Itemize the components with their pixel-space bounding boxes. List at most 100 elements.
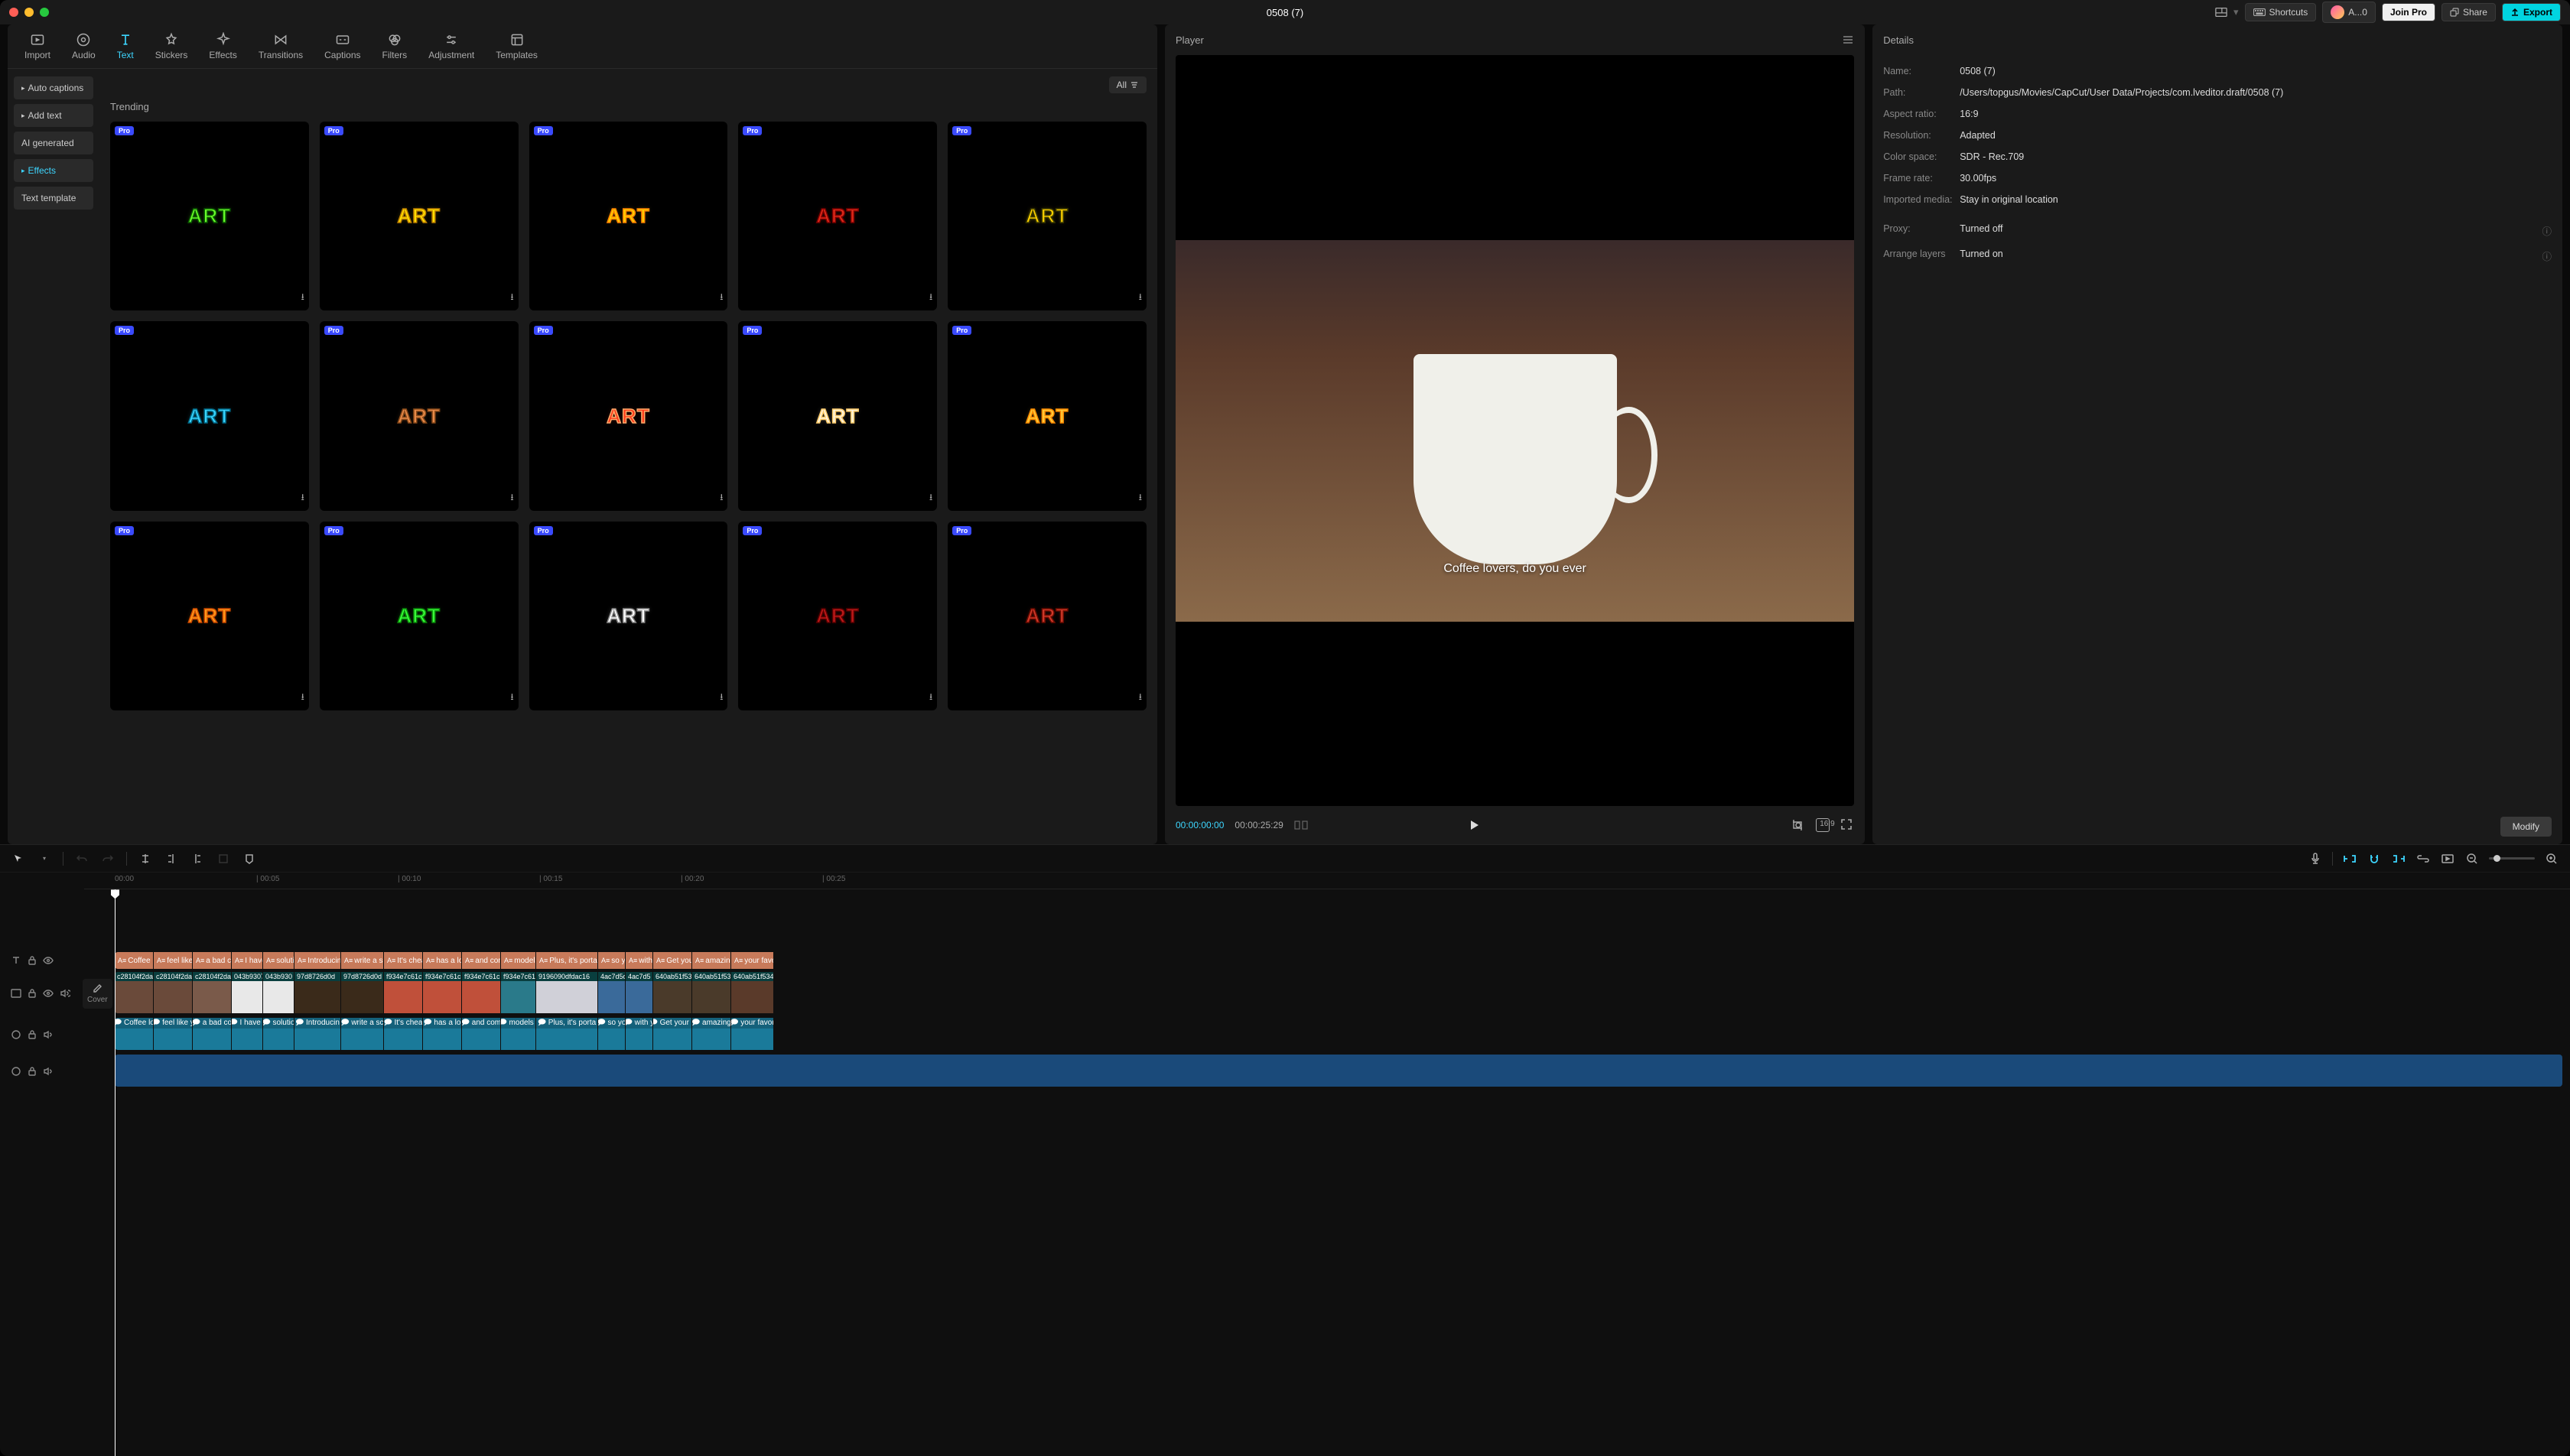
- eye-icon[interactable]: [43, 957, 54, 964]
- effect-card[interactable]: Pro ART ⭳: [110, 522, 309, 710]
- text-clip[interactable]: A≡your favo: [731, 952, 773, 969]
- mic-icon[interactable]: [2308, 851, 2323, 866]
- shortcuts-button[interactable]: Shortcuts: [2245, 3, 2317, 21]
- download-icon[interactable]: ⭳: [510, 290, 513, 306]
- video-clip[interactable]: 97d8726d0d: [341, 972, 383, 1013]
- sidebar-ai-generated[interactable]: AI generated: [14, 132, 93, 154]
- pointer-dropdown-icon[interactable]: ▾: [37, 851, 52, 866]
- tab-text[interactable]: Text: [108, 29, 143, 63]
- filter-all-button[interactable]: All: [1109, 76, 1147, 93]
- text-clip[interactable]: A≡models: [501, 952, 535, 969]
- download-icon[interactable]: ⭳: [510, 490, 513, 506]
- audio-clip[interactable]: 🗩 Introducin: [294, 1018, 340, 1050]
- tab-import[interactable]: Import: [15, 29, 60, 63]
- audio-clip[interactable]: 🗩 and com: [462, 1018, 500, 1050]
- info-icon[interactable]: ⓘ: [2542, 249, 2552, 263]
- download-icon[interactable]: ⭳: [929, 690, 932, 706]
- minimize-window[interactable]: [24, 8, 34, 17]
- text-clip[interactable]: A≡and com: [462, 952, 500, 969]
- effect-card[interactable]: Pro ART ⭳: [529, 522, 728, 710]
- sidebar-text-template[interactable]: Text template: [14, 187, 93, 210]
- video-clip[interactable]: 640ab51f534: [731, 972, 773, 1013]
- user-menu[interactable]: A...0: [2322, 2, 2376, 23]
- video-clip[interactable]: f934e7c61c: [462, 972, 500, 1013]
- audio-clip[interactable]: 🗩 has a lo: [423, 1018, 461, 1050]
- audio-clip[interactable]: 🗩 Coffee lo: [115, 1018, 153, 1050]
- pointer-tool[interactable]: [11, 851, 26, 866]
- sidebar-effects[interactable]: ▸Effects: [14, 159, 93, 182]
- effect-card[interactable]: Pro ART ⭳: [320, 321, 519, 510]
- tab-audio[interactable]: Audio: [63, 29, 105, 63]
- text-clip[interactable]: A≡write a sc: [341, 952, 383, 969]
- zoom-in-icon[interactable]: [2544, 851, 2559, 866]
- download-icon[interactable]: ⭳: [929, 490, 932, 506]
- lock-icon[interactable]: [28, 955, 37, 966]
- download-icon[interactable]: ⭳: [301, 490, 304, 506]
- download-icon[interactable]: ⭳: [720, 690, 723, 706]
- video-clip[interactable]: 4ac7d5d: [598, 972, 625, 1013]
- split-right-tool[interactable]: [190, 851, 205, 866]
- video-clip[interactable]: 9196090dfdac16: [536, 972, 597, 1013]
- video-clip[interactable]: 043b9307: [232, 972, 262, 1013]
- maximize-window[interactable]: [40, 8, 49, 17]
- video-clip[interactable]: c28104f2da: [193, 972, 231, 1013]
- modify-button[interactable]: Modify: [2500, 817, 2552, 837]
- tab-stickers[interactable]: Stickers: [146, 29, 197, 63]
- effect-card[interactable]: Pro ART ⭳: [110, 321, 309, 510]
- lock-icon[interactable]: [28, 1029, 37, 1040]
- aspect-ratio-button[interactable]: 16:9: [1816, 818, 1830, 832]
- audio-clip[interactable]: 🗩 I have t: [232, 1018, 262, 1050]
- effect-card[interactable]: Pro ART ⭳: [529, 321, 728, 510]
- audio-clip[interactable]: 🗩 solutio: [263, 1018, 294, 1050]
- effect-card[interactable]: Pro ART ⭳: [110, 122, 309, 310]
- zoom-slider[interactable]: [2489, 857, 2535, 860]
- download-icon[interactable]: ⭳: [929, 290, 932, 306]
- layout-icon[interactable]: [2215, 6, 2227, 18]
- text-track[interactable]: A≡Coffee loA≡feel likeA≡a bad coA≡I have…: [115, 952, 2562, 969]
- text-clip[interactable]: A≡has a lo: [423, 952, 461, 969]
- music-clip[interactable]: [115, 1055, 2562, 1087]
- music-track[interactable]: [115, 1055, 2562, 1087]
- tab-filters[interactable]: Filters: [373, 29, 417, 63]
- link-icon[interactable]: [2415, 851, 2431, 866]
- effect-card[interactable]: Pro ART ⭳: [738, 321, 937, 510]
- video-clip[interactable]: f934e7c61c: [423, 972, 461, 1013]
- split-tool[interactable]: [138, 851, 153, 866]
- tab-effects[interactable]: Effects: [200, 29, 246, 63]
- video-track[interactable]: c28104f2dac28104f2dac28104f2da043b930704…: [115, 972, 2562, 1013]
- sidebar-auto-captions[interactable]: ▸Auto captions: [14, 76, 93, 99]
- download-icon[interactable]: ⭳: [510, 690, 513, 706]
- mute-icon[interactable]: [60, 989, 70, 998]
- text-clip[interactable]: A≡Get your: [653, 952, 691, 969]
- video-preview[interactable]: Coffee lovers, do you ever: [1176, 55, 1854, 806]
- timeline-ruler[interactable]: 00:00| 00:05| 00:10| 00:15| 00:20| 00:25: [84, 873, 2570, 889]
- download-icon[interactable]: ⭳: [720, 290, 723, 306]
- effect-card[interactable]: Pro ART ⭳: [948, 321, 1147, 510]
- lock-icon[interactable]: [28, 1066, 37, 1077]
- tab-captions[interactable]: Captions: [315, 29, 369, 63]
- text-clip[interactable]: A≡Introducin: [294, 952, 340, 969]
- audio-clip[interactable]: 🗩 models t: [501, 1018, 535, 1050]
- mute-icon[interactable]: [43, 1030, 54, 1039]
- share-button[interactable]: Share: [2442, 3, 2496, 21]
- video-clip[interactable]: c28104f2da: [154, 972, 192, 1013]
- text-clip[interactable]: A≡a bad co: [193, 952, 231, 969]
- effect-card[interactable]: Pro ART ⭳: [320, 522, 519, 710]
- download-icon[interactable]: ⭳: [301, 690, 304, 706]
- redo-button[interactable]: [100, 851, 115, 866]
- tab-adjustment[interactable]: Adjustment: [419, 29, 483, 63]
- text-clip[interactable]: A≡Coffee lo: [115, 952, 153, 969]
- preview-icon[interactable]: [2440, 851, 2455, 866]
- video-clip[interactable]: 640ab51f53: [692, 972, 730, 1013]
- split-left-tool[interactable]: [164, 851, 179, 866]
- text-clip[interactable]: A≡amazing: [692, 952, 730, 969]
- text-clip[interactable]: A≡Plus, it's porta: [536, 952, 597, 969]
- audio-track[interactable]: 🗩 Coffee lo🗩 feel like y🗩 a bad co🗩 I ha…: [115, 1018, 2562, 1050]
- fullscreen-icon[interactable]: [1840, 818, 1854, 832]
- text-clip[interactable]: A≡solutio: [263, 952, 294, 969]
- audio-clip[interactable]: 🗩 feel like y: [154, 1018, 192, 1050]
- eye-icon[interactable]: [43, 990, 54, 997]
- video-clip[interactable]: 4ac7d5: [626, 972, 652, 1013]
- player-menu-icon[interactable]: [1842, 35, 1854, 44]
- tab-transitions[interactable]: Transitions: [249, 29, 312, 63]
